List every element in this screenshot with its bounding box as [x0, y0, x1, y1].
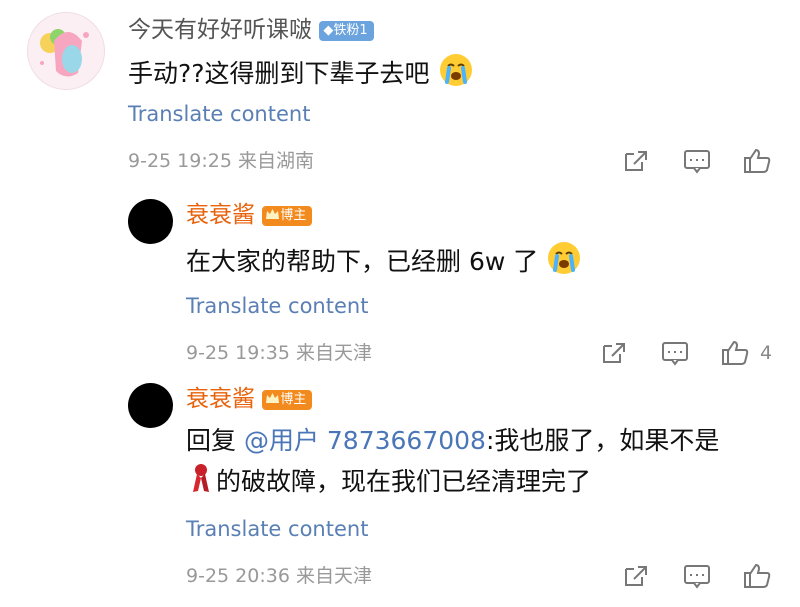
like-count: 4: [760, 342, 773, 364]
fan-badge: ◆铁粉1: [319, 20, 374, 41]
crying-emoji-icon: [548, 242, 581, 274]
fan-badge-label: 铁粉1: [333, 22, 368, 38]
share-icon[interactable]: [620, 561, 650, 591]
blogger-badge: 博主: [262, 205, 313, 226]
translate-link[interactable]: Translate content: [186, 292, 368, 320]
blogger-badge-label: 博主: [280, 207, 307, 223]
diamond-icon: ◆: [323, 22, 334, 38]
crown-icon: [266, 208, 280, 219]
reply-username-text[interactable]: 衰衰酱: [186, 386, 255, 412]
reply-text-body: 在大家的帮助下，已经删 6w 了: [186, 247, 539, 276]
reply-prefix: 回复: [186, 426, 244, 455]
share-icon[interactable]: [620, 146, 650, 176]
reply-text-line1: 回复 @用户 7873667008:我也服了，如果不是: [186, 423, 719, 459]
reply-text-body: 的破故障，现在我们已经清理完了: [216, 467, 592, 496]
crying-emoji-icon: [439, 54, 472, 86]
comment-text: 手动??这得删到下辈子去吧: [128, 52, 474, 92]
comment-meta: 9-25 19:25 来自湖南: [128, 148, 314, 174]
reply-meta: 9-25 20:36 来自天津: [186, 563, 372, 589]
comment-text-body: 手动??这得删到下辈子去吧: [128, 59, 430, 88]
comment-time: 9-25 19:25: [128, 150, 232, 172]
reply-text-line2: 的破故障，现在我们已经清理完了: [186, 462, 591, 500]
reply-meta: 9-25 19:35 来自天津: [186, 340, 372, 366]
blogger-badge: 博主: [262, 389, 313, 410]
reply-text-body: :我也服了，如果不是: [485, 426, 720, 455]
like-icon[interactable]: [742, 561, 772, 591]
comment-icon[interactable]: [682, 561, 712, 591]
reply-username[interactable]: 衰衰酱 博主: [186, 384, 313, 414]
translate-link[interactable]: Translate content: [186, 515, 368, 543]
reply-avatar[interactable]: [128, 383, 173, 428]
comment-icon[interactable]: [660, 338, 690, 368]
comment-username-text[interactable]: 今天有好好听课啵: [128, 17, 312, 43]
reply-avatar[interactable]: [128, 199, 173, 244]
reply-username[interactable]: 衰衰酱 博主: [186, 200, 313, 230]
avatar[interactable]: [27, 12, 105, 90]
scarf-icon: [193, 464, 209, 492]
reply-time: 9-25 20:36: [186, 565, 290, 587]
share-icon[interactable]: [598, 338, 628, 368]
comment-icon[interactable]: [682, 146, 712, 176]
comment-location: 来自湖南: [237, 150, 314, 172]
crown-icon: [266, 392, 280, 403]
reply-location: 来自天津: [295, 565, 372, 587]
translate-link[interactable]: Translate content: [128, 100, 310, 128]
mention-link[interactable]: @用户 7873667008: [244, 426, 486, 455]
reply-location: 来自天津: [295, 342, 372, 364]
reply-text: 在大家的帮助下，已经删 6w 了: [186, 240, 582, 280]
like-icon[interactable]: [742, 146, 772, 176]
reply-time: 9-25 19:35: [186, 342, 290, 364]
blogger-badge-label: 博主: [280, 391, 307, 407]
comment-username[interactable]: 今天有好好听课啵 ◆铁粉1: [128, 15, 374, 45]
reply-username-text[interactable]: 衰衰酱: [186, 202, 255, 228]
like-icon[interactable]: [720, 338, 750, 368]
